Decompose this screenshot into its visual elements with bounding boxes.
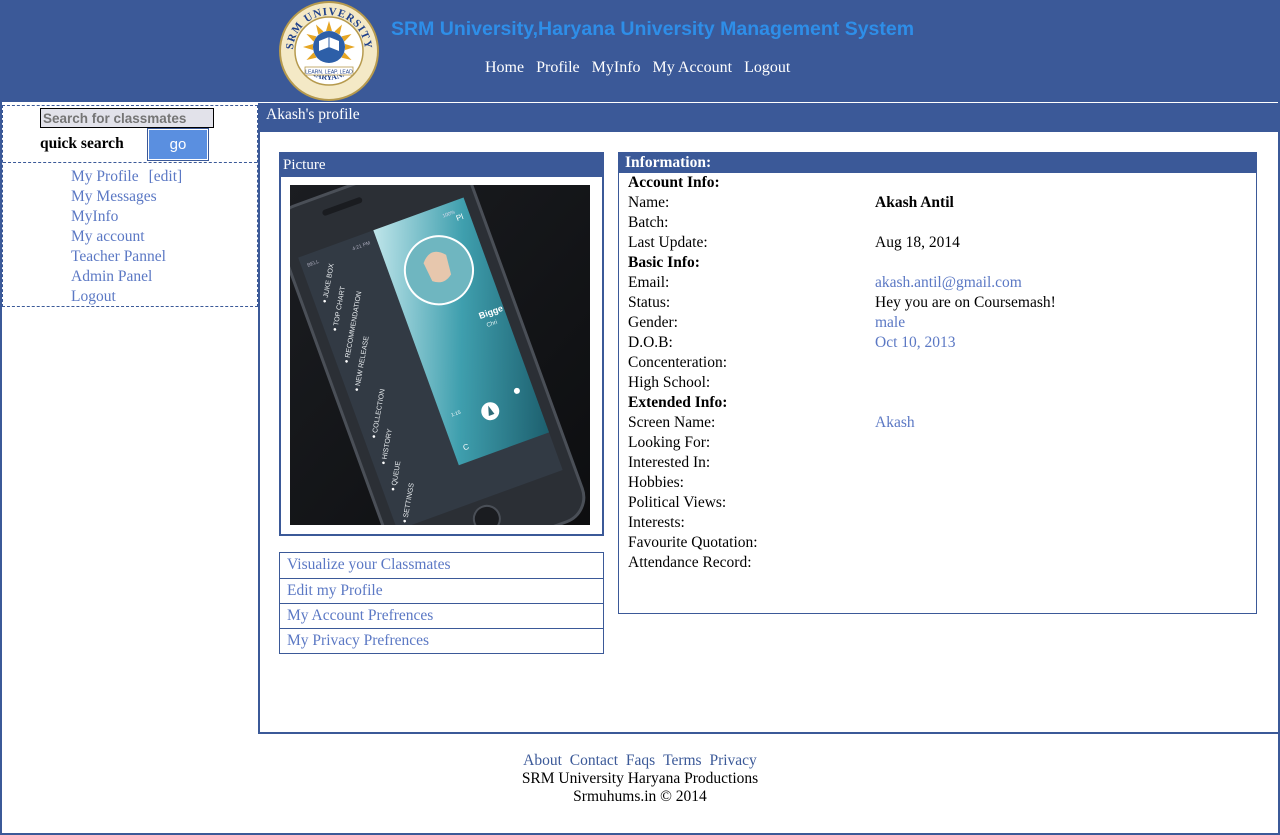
- dob-link[interactable]: Oct 10, 2013: [875, 333, 956, 353]
- svg-text:LEARN. LEAP. LEAD: LEARN. LEAP. LEAD: [305, 70, 353, 76]
- university-logo-icon[interactable]: SRM UNIVERSITY HARYANA LEARN. LEAP. LEAD: [279, 1, 379, 101]
- nav-profile[interactable]: Profile: [530, 58, 586, 78]
- footer-links: About Contact Faqs Terms Privacy: [0, 752, 1280, 770]
- info-row-status: Status: Hey you are on Coursemash!: [628, 293, 1248, 313]
- section-label: Basic Info:: [628, 254, 700, 271]
- profile-title-bar: Akash's profile: [258, 103, 1280, 132]
- nav-logout[interactable]: Logout: [738, 58, 796, 78]
- section-label: Account Info:: [628, 174, 720, 191]
- field-label: Batch:: [628, 214, 669, 231]
- information-rows: Account Info: Name: Akash Antil Batch: La…: [628, 173, 1248, 573]
- field-label: Political Views:: [628, 494, 727, 511]
- email-link[interactable]: akash.antil@gmail.com: [875, 273, 1022, 293]
- visualize-classmates-link[interactable]: Visualize your Classmates: [280, 553, 603, 578]
- field-label: D.O.B:: [628, 334, 673, 351]
- field-label: High School:: [628, 374, 711, 391]
- sidebar-item-my-messages[interactable]: My Messages: [71, 187, 182, 207]
- info-row-last-update: Last Update: Aug 18, 2014: [628, 233, 1248, 253]
- info-row-dob: D.O.B: Oct 10, 2013: [628, 333, 1248, 353]
- footer-terms-link[interactable]: Terms: [663, 752, 702, 769]
- site-header: SRM UNIVERSITY HARYANA LEARN. LEAP. LEAD…: [2, 0, 1278, 102]
- sidebar-item-my-account[interactable]: My account: [71, 227, 182, 247]
- name-value: Akash Antil: [875, 194, 954, 211]
- info-row-batch: Batch:: [628, 213, 1248, 233]
- footer-about-link[interactable]: About: [523, 752, 562, 769]
- field-label: Last Update:: [628, 234, 708, 251]
- edit-my-profile-link[interactable]: Edit my Profile: [280, 578, 603, 603]
- footer-privacy-link[interactable]: Privacy: [709, 752, 756, 769]
- info-row-gender: Gender: male: [628, 313, 1248, 333]
- footer-copyright: Srmuhums.in © 2014: [573, 788, 707, 805]
- info-row-interests: Interests:: [628, 513, 1248, 533]
- account-preferences-link[interactable]: My Account Prefrences: [280, 603, 603, 628]
- field-label: Screen Name:: [628, 414, 716, 431]
- info-row-hobbies: Hobbies:: [628, 473, 1248, 493]
- top-nav: Home Profile MyInfo My Account Logout: [479, 58, 796, 78]
- sidebar-menu: My Profile [edit] My Messages MyInfo My a…: [71, 167, 182, 307]
- field-label: Name:: [628, 194, 670, 211]
- status-value: Hey you are on Coursemash!: [875, 294, 1056, 311]
- info-row-name: Name: Akash Antil: [628, 193, 1248, 213]
- my-profile-label: My Profile: [71, 168, 139, 185]
- nav-home[interactable]: Home: [479, 58, 530, 78]
- sidebar-divider: [3, 162, 257, 163]
- info-row-looking-for: Looking For:: [628, 433, 1248, 453]
- sidebar-item-logout[interactable]: Logout: [71, 287, 182, 307]
- picture-heading: Picture: [281, 154, 602, 177]
- sidebar-item-myinfo[interactable]: MyInfo: [71, 207, 182, 227]
- profile-picture-image[interactable]: BELL 4:21 PM 100% JUKE BOX TOP CHART REC…: [290, 185, 590, 525]
- information-heading: Information:: [619, 153, 1256, 173]
- picture-panel: Picture BELL 4:21 PM 100% JUKE BOX TOP C…: [279, 152, 604, 536]
- info-row-concentration: Concenteration:: [628, 353, 1248, 373]
- field-label: Interested In:: [628, 454, 711, 471]
- field-label: Looking For:: [628, 434, 711, 451]
- left-sidebar: quick search go My Profile [edit] My Mess…: [2, 105, 258, 307]
- footer-productions: SRM University Haryana Productions: [521, 770, 759, 787]
- section-extended-info: Extended Info:: [628, 393, 1248, 413]
- info-row-political-views: Political Views:: [628, 493, 1248, 513]
- sidebar-item-admin-panel[interactable]: Admin Panel: [71, 267, 182, 287]
- site-footer: About Contact Faqs Terms Privacy SRM Uni…: [0, 752, 1280, 806]
- field-label: Interests:: [628, 514, 685, 531]
- footer-faqs-link[interactable]: Faqs: [626, 752, 655, 769]
- privacy-preferences-link[interactable]: My Privacy Prefrences: [280, 628, 603, 653]
- page-title: Akash's profile: [266, 106, 360, 123]
- last-update-value: Aug 18, 2014: [875, 234, 960, 251]
- nav-myinfo[interactable]: MyInfo: [586, 58, 647, 78]
- field-label: Concenteration:: [628, 354, 727, 371]
- section-basic-info: Basic Info:: [628, 253, 1248, 273]
- info-row-screen-name: Screen Name: Akash: [628, 413, 1248, 433]
- information-panel: Information: Account Info: Name: Akash An…: [618, 152, 1257, 614]
- field-label: Gender:: [628, 314, 678, 331]
- edit-profile-link[interactable]: [edit]: [149, 168, 183, 185]
- field-label: Favourite Quotation:: [628, 534, 758, 551]
- field-label: Hobbies:: [628, 474, 684, 491]
- info-row-email: Email: akash.antil@gmail.com: [628, 273, 1248, 293]
- section-label: Extended Info:: [628, 394, 728, 411]
- footer-contact-link[interactable]: Contact: [570, 752, 618, 769]
- section-account-info: Account Info:: [628, 173, 1248, 193]
- sidebar-item-my-profile[interactable]: My Profile [edit]: [71, 167, 182, 187]
- info-row-high-school: High School:: [628, 373, 1248, 393]
- info-row-interested-in: Interested In:: [628, 453, 1248, 473]
- go-button[interactable]: go: [147, 128, 209, 161]
- classmate-search-input[interactable]: [40, 108, 214, 128]
- quick-search-label: quick search: [40, 135, 124, 152]
- field-label: Email:: [628, 274, 670, 291]
- info-row-attendance: Attendance Record:: [628, 553, 1248, 573]
- field-label: Attendance Record:: [628, 554, 752, 571]
- gender-link[interactable]: male: [875, 313, 905, 333]
- nav-my-account[interactable]: My Account: [647, 58, 739, 78]
- field-label: Status:: [628, 294, 671, 311]
- site-title: SRM University,Haryana University Manage…: [391, 18, 915, 40]
- profile-links: Visualize your Classmates Edit my Profil…: [279, 552, 604, 654]
- sidebar-item-teacher-panel[interactable]: Teacher Pannel: [71, 247, 182, 267]
- screen-name-link[interactable]: Akash: [875, 413, 915, 433]
- info-row-favourite-quotation: Favourite Quotation:: [628, 533, 1248, 553]
